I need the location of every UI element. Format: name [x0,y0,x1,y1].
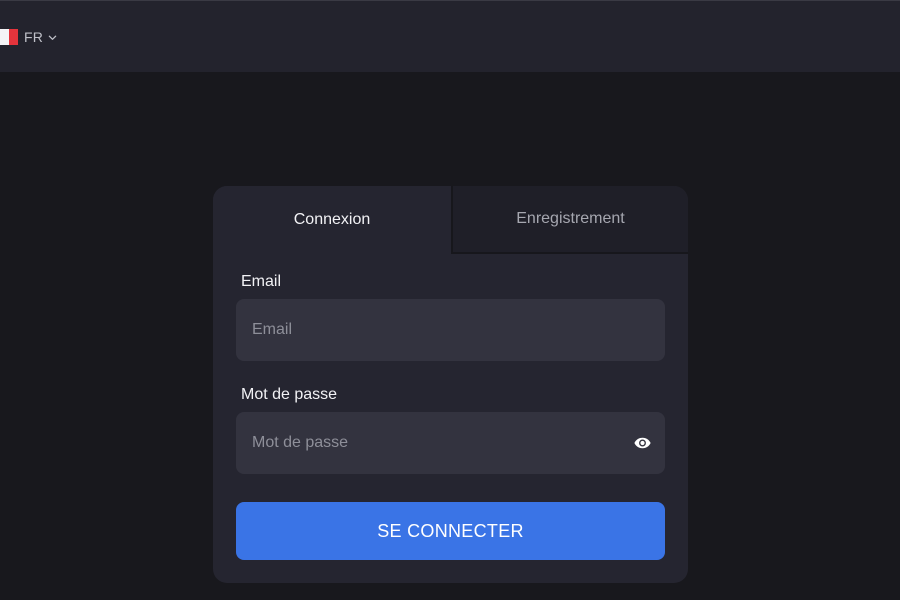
tab-register[interactable]: Enregistrement [451,186,688,254]
eye-icon[interactable] [633,434,652,452]
login-card: Connexion Enregistrement Email Mot de pa… [213,186,688,583]
email-input[interactable] [236,299,665,361]
language-selector[interactable]: FR [0,27,57,47]
chevron-down-icon [48,35,57,40]
french-flag-icon [0,29,18,45]
password-field-container [236,412,665,474]
password-input[interactable] [236,412,665,474]
tab-login[interactable]: Connexion [213,186,451,254]
language-code: FR [24,29,44,45]
email-label: Email [241,273,282,290]
login-button[interactable]: SE CONNECTER [236,502,665,560]
email-field-container [236,299,665,361]
password-label: Mot de passe [241,386,338,403]
auth-tabs: Connexion Enregistrement [213,186,688,254]
top-bar: FR [0,0,900,72]
